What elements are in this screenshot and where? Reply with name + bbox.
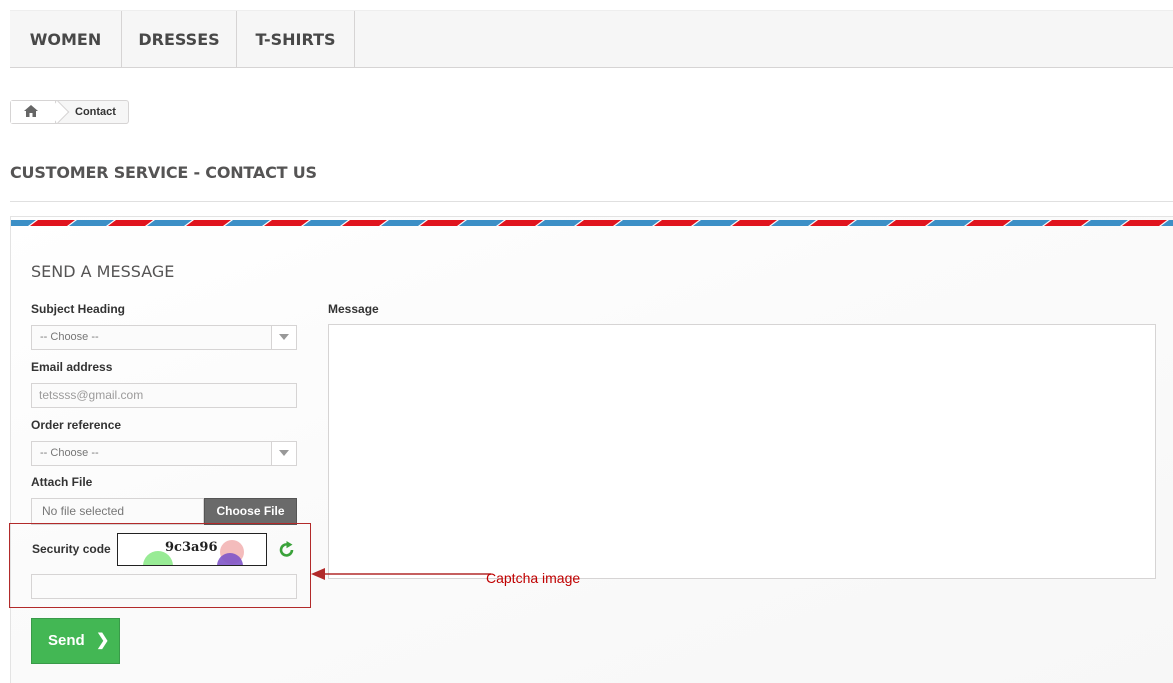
nav-item-dresses[interactable]: DRESSES (122, 11, 237, 67)
email-field[interactable]: tetssss@gmail.com (31, 383, 297, 408)
chevron-down-icon (279, 450, 289, 456)
email-label: Email address (31, 360, 113, 374)
chevron-down-icon (279, 334, 289, 340)
subject-label: Subject Heading (31, 302, 126, 316)
send-button[interactable]: Send ❯ (31, 618, 120, 664)
message-label: Message (328, 302, 379, 316)
order-select[interactable]: -- Choose -- (31, 441, 297, 466)
annotation-label: Captcha image (486, 570, 581, 586)
captcha-image: 9c3a96 (117, 533, 267, 566)
order-select-value: -- Choose -- (40, 447, 99, 459)
top-menu: WOMEN DRESSES T-SHIRTS (10, 10, 1173, 68)
captcha-text: 9c3a96 (165, 540, 218, 555)
subject-select[interactable]: -- Choose -- (31, 325, 297, 350)
subject-select-value: -- Choose -- (40, 331, 99, 343)
breadcrumb: Contact (10, 100, 129, 124)
airmail-border (11, 220, 1173, 226)
order-label: Order reference (31, 418, 122, 432)
send-label: Send (48, 632, 85, 649)
chevron-right-icon: ❯ (96, 632, 110, 649)
order-dropdown-button[interactable] (271, 442, 296, 465)
security-code-input[interactable] (31, 574, 297, 599)
breadcrumb-current: Contact (75, 106, 116, 118)
divider (10, 201, 1173, 202)
form-title: SEND A MESSAGE (31, 262, 175, 281)
nav-item-women[interactable]: WOMEN (10, 11, 122, 67)
file-name-display[interactable]: No file selected (31, 498, 204, 525)
refresh-icon[interactable] (279, 541, 295, 559)
page-title: CUSTOMER SERVICE - CONTACT US (10, 163, 317, 182)
contact-form-box: SEND A MESSAGE Subject Heading -- Choose… (9, 216, 1173, 683)
attach-label: Attach File (31, 475, 93, 489)
security-code-label: Security code (32, 542, 111, 556)
subject-dropdown-button[interactable] (271, 326, 296, 349)
message-textarea[interactable] (328, 324, 1156, 579)
nav-item-tshirts[interactable]: T-SHIRTS (237, 11, 355, 67)
choose-file-button[interactable]: Choose File (204, 498, 297, 525)
home-icon (24, 105, 38, 117)
annotation-arrow (311, 568, 491, 580)
